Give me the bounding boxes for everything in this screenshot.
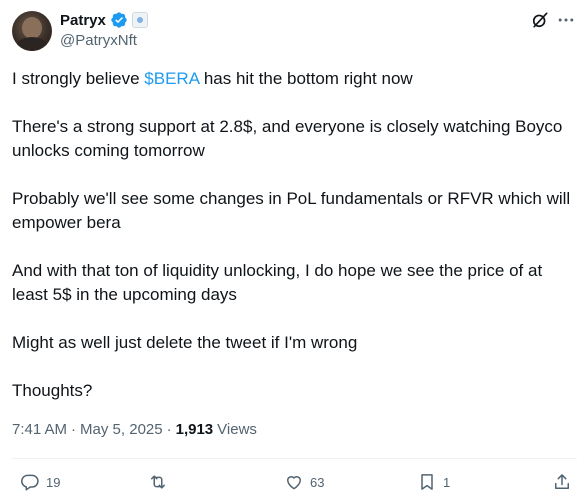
divider [12,458,577,459]
tweet-paragraph: Thoughts? [12,381,93,400]
author-display-name[interactable]: Patryx [60,12,106,29]
author-name-row: Patryx [60,10,148,30]
cashtag-link[interactable]: $BERA [144,69,199,88]
action-bar: 19 63 1 [12,468,577,496]
verified-badge-icon[interactable] [110,11,128,29]
tweet-text-segment: has hit the bottom right now [199,69,413,88]
bookmark-icon [421,474,433,490]
tweet-text: I strongly believe $BERA has hit the bot… [12,67,577,403]
share-button[interactable] [552,470,572,494]
affiliate-badge-icon[interactable] [131,12,148,28]
author-handle[interactable]: @PatryxNft [60,32,137,49]
meta-separator: · [166,421,172,438]
tweet-paragraph: And with that ton of liquidity unlocking… [12,261,543,304]
avatar-face [22,17,42,39]
tweet-meta: 7:41 AM · May 5, 2025 · 1,913 Views [12,421,257,438]
tweet-date[interactable]: May 5, 2025 [80,421,163,438]
repost-icon [151,475,165,489]
repost-button[interactable] [148,470,174,494]
views-label: Views [217,421,257,438]
like-icon [287,476,301,490]
like-button[interactable]: 63 [284,470,324,494]
like-count: 63 [310,474,325,490]
views-count[interactable]: 1,913 [176,421,214,438]
tweet-paragraph: I strongly believe $BERA has hit the bot… [12,67,577,91]
reply-icon [21,474,39,491]
tweet-paragraph: Might as well just delete the tweet if I… [12,333,358,352]
meta-separator: · [71,421,77,438]
grok-icon[interactable] [530,10,550,30]
share-icon [555,474,569,489]
avatar-body [16,37,48,51]
tweet-text-segment: I strongly believe [12,69,145,88]
reply-count: 19 [46,474,61,490]
tweet-paragraph: Probably we'll see some changes in PoL f… [12,189,571,232]
avatar[interactable] [12,11,52,51]
bookmark-count: 1 [443,474,451,490]
more-icon[interactable] [556,10,576,30]
tweet-time[interactable]: 7:41 AM [12,421,67,438]
reply-button[interactable]: 19 [20,470,60,494]
bookmark-button[interactable]: 1 [417,470,450,494]
tweet-card: Patryx @PatryxNft I strongly believe $BE… [0,0,587,502]
tweet-paragraph: There's a strong support at 2.8$, and ev… [12,117,563,160]
